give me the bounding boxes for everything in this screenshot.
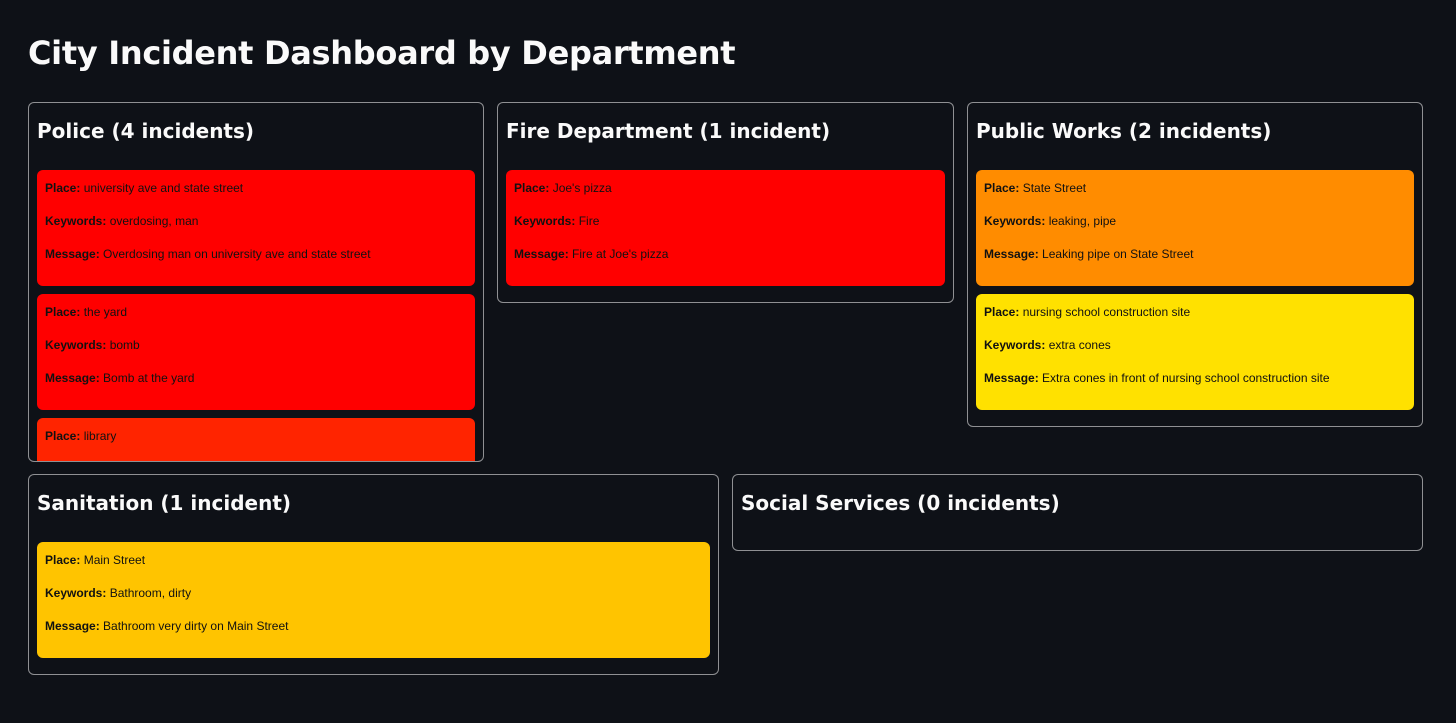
incident-keywords-row: Keywords: Bathroom, dirty (45, 585, 702, 618)
dept-panel-public-works[interactable]: Public Works (2 incidents) Place: State … (967, 102, 1423, 427)
incident-place-value: Joe's pizza (552, 181, 612, 195)
incident-message-value: Overdosing man on university ave and sta… (103, 247, 371, 261)
incident-place-value: nursing school construction site (1022, 305, 1191, 319)
incident-keywords-value: Fire (578, 214, 600, 228)
incident-card[interactable]: Place: the yard Keywords: bomb Message: Bo… (37, 294, 475, 410)
incident-place-label: Place: (45, 553, 81, 567)
dept-heading: Fire Department (1 incident) (506, 119, 831, 143)
incident-place-label: Place: (984, 181, 1020, 195)
incident-message-value: Leaking pipe on State Street (1042, 247, 1194, 261)
incident-keywords-label: Keywords: (984, 214, 1046, 228)
incident-keywords-label: Keywords: (45, 214, 107, 228)
dept-panel-sanitation[interactable]: Sanitation (1 incident) Place: Main Stre… (28, 474, 719, 675)
incident-message-row: Message: Bomb at the yard (45, 370, 467, 403)
page-title: City Incident Dashboard by Department (28, 34, 736, 72)
incident-message-value: Extra cones in front of nursing school c… (1042, 371, 1330, 385)
incident-message-label: Message: (45, 619, 100, 633)
dept-panel-police[interactable]: Police (4 incidents) Place: university a… (28, 102, 484, 462)
dept-heading: Social Services (0 incidents) (741, 491, 1060, 515)
incident-place-value: State Street (1022, 181, 1087, 195)
incident-message-value: Bathroom very dirty on Main Street (103, 619, 289, 633)
incident-card[interactable]: Place: State Street Keywords: leaking, pi… (976, 170, 1414, 286)
incident-place-row: Place: the yard (45, 304, 467, 337)
incident-keywords-label: Keywords: (45, 586, 107, 600)
dashboard-page: City Incident Dashboard by Department Po… (0, 0, 1456, 723)
incident-message-label: Message: (984, 371, 1039, 385)
incident-place-value: university ave and state street (83, 181, 244, 195)
incident-place-label: Place: (984, 305, 1020, 319)
incident-card[interactable]: Place: university ave and state street Ke… (37, 170, 475, 286)
incident-place-row: Place: Joe's pizza (514, 180, 937, 213)
incident-keywords-row: Keywords: Fire (514, 213, 937, 246)
incident-keywords-row (45, 461, 467, 462)
incident-list: Place: Main Street Keywords: Bathroom, di… (37, 542, 710, 666)
incident-card[interactable]: Place: nursing school construction site K… (976, 294, 1414, 410)
incident-message-label: Message: (45, 371, 100, 385)
incident-list: Place: State Street Keywords: leaking, pi… (976, 170, 1414, 418)
incident-keywords-value: overdosing, man (109, 214, 199, 228)
incident-message-label: Message: (45, 247, 100, 261)
incident-list: Place: Joe's pizza Keywords: Fire Message:… (506, 170, 945, 294)
dept-heading: Public Works (2 incidents) (976, 119, 1272, 143)
dept-panel-social-services[interactable]: Social Services (0 incidents) (732, 474, 1423, 551)
incident-keywords-row: Keywords: leaking, pipe (984, 213, 1406, 246)
incident-keywords-row: Keywords: extra cones (984, 337, 1406, 370)
dept-heading: Police (4 incidents) (37, 119, 255, 143)
incident-place-label: Place: (45, 305, 81, 319)
incident-card[interactable]: Place: Main Street Keywords: Bathroom, di… (37, 542, 710, 658)
incident-card[interactable]: Place: Joe's pizza Keywords: Fire Message:… (506, 170, 945, 286)
incident-place-row: Place: State Street (984, 180, 1406, 213)
dept-panel-fire[interactable]: Fire Department (1 incident) Place: Joe'… (497, 102, 954, 303)
incident-place-row: Place: library (45, 428, 467, 461)
incident-place-value: library (83, 429, 117, 443)
incident-card[interactable]: Place: library (37, 418, 475, 462)
incident-place-label: Place: (514, 181, 550, 195)
incident-place-row: Place: university ave and state street (45, 180, 467, 213)
incident-keywords-row: Keywords: overdosing, man (45, 213, 467, 246)
incident-message-label: Message: (984, 247, 1039, 261)
incident-keywords-label: Keywords: (45, 338, 107, 352)
incident-message-row: Message: Fire at Joe's pizza (514, 246, 937, 279)
incident-keywords-label: Keywords: (984, 338, 1046, 352)
incident-keywords-row: Keywords: bomb (45, 337, 467, 370)
incident-keywords-label: Keywords: (514, 214, 576, 228)
incident-message-row: Message: Overdosing man on university av… (45, 246, 467, 279)
incident-message-value: Bomb at the yard (103, 371, 195, 385)
incident-place-label: Place: (45, 429, 81, 443)
incident-keywords-value: leaking, pipe (1048, 214, 1117, 228)
incident-list: Place: university ave and state street Ke… (37, 170, 475, 462)
incident-keywords-value: extra cones (1048, 338, 1111, 352)
incident-place-value: the yard (83, 305, 128, 319)
incident-place-row: Place: Main Street (45, 552, 702, 585)
incident-message-row: Message: Extra cones in front of nursing… (984, 370, 1406, 403)
incident-keywords-value: bomb (109, 338, 140, 352)
incident-message-row: Message: Bathroom very dirty on Main Str… (45, 618, 702, 651)
incident-keywords-value: Bathroom, dirty (109, 586, 192, 600)
incident-message-value: Fire at Joe's pizza (572, 247, 669, 261)
incident-message-row: Message: Leaking pipe on State Street (984, 246, 1406, 279)
incident-place-row: Place: nursing school construction site (984, 304, 1406, 337)
incident-message-label: Message: (514, 247, 569, 261)
incident-place-value: Main Street (83, 553, 146, 567)
dept-heading: Sanitation (1 incident) (37, 491, 292, 515)
incident-place-label: Place: (45, 181, 81, 195)
